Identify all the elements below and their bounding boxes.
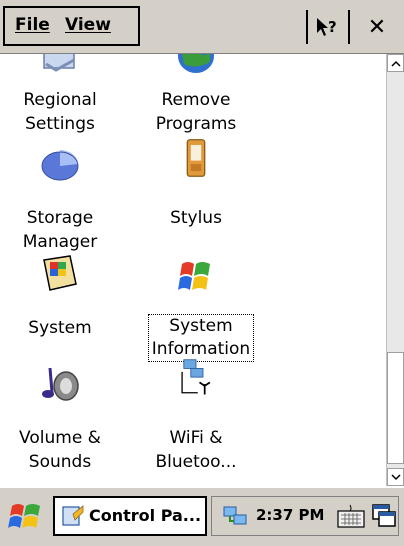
item-label: System bbox=[28, 318, 92, 338]
item-label: Regional Settings bbox=[23, 90, 97, 134]
item-system[interactable]: System bbox=[0, 254, 120, 374]
item-stylus[interactable]: Stylus bbox=[136, 139, 256, 264]
start-button[interactable] bbox=[8, 500, 44, 534]
remove-programs-icon bbox=[178, 54, 214, 73]
item-label: Stylus bbox=[170, 208, 222, 228]
scroll-down-button[interactable] bbox=[387, 468, 404, 486]
item-label: System Information bbox=[148, 314, 254, 362]
scroll-thumb[interactable] bbox=[387, 352, 404, 464]
regional-settings-icon bbox=[43, 54, 75, 72]
network-connection-icon[interactable] bbox=[222, 505, 250, 527]
chevron-up-icon bbox=[390, 60, 401, 67]
switch-windows-icon[interactable] bbox=[372, 503, 396, 529]
clock[interactable]: 2:37 PM bbox=[256, 506, 324, 524]
close-button[interactable]: ✕ bbox=[352, 10, 402, 44]
vertical-scrollbar[interactable] bbox=[386, 54, 404, 486]
menu-group: File View bbox=[3, 6, 140, 46]
item-wifi-bluetooth[interactable]: WiFi & Bluetoo... bbox=[136, 359, 256, 484]
help-icon: ? bbox=[317, 18, 337, 36]
menu-bar: File View ? ✕ bbox=[0, 0, 404, 54]
help-button[interactable]: ? bbox=[306, 10, 350, 44]
task-label: Control Pa... bbox=[89, 506, 202, 525]
volume-sounds-icon bbox=[42, 367, 79, 401]
item-label: Remove Programs bbox=[155, 90, 237, 134]
item-volume-sounds[interactable]: Volume & Sounds bbox=[0, 364, 120, 484]
storage-manager-icon bbox=[41, 150, 79, 181]
control-panel-icon bbox=[62, 505, 84, 526]
item-system-information[interactable]: System Information bbox=[136, 254, 256, 374]
view-menu[interactable]: View bbox=[65, 15, 111, 35]
svg-text:?: ? bbox=[328, 18, 337, 36]
item-storage-manager[interactable]: Storage Manager bbox=[0, 144, 120, 264]
system-information-icon bbox=[178, 262, 210, 290]
control-panel-content: Regional Settings Remove Programs Storag… bbox=[0, 54, 386, 486]
file-menu[interactable]: File bbox=[15, 15, 50, 35]
windows-logo-icon bbox=[8, 504, 40, 528]
taskbar: Control Pa... 2:37 PM bbox=[0, 486, 404, 546]
item-label: WiFi & Bluetoo... bbox=[155, 428, 237, 472]
close-icon: ✕ bbox=[367, 14, 387, 40]
chevron-down-icon bbox=[390, 473, 401, 480]
stylus-icon bbox=[186, 139, 206, 177]
system-icon bbox=[43, 255, 77, 291]
control-panel-task-button[interactable]: Control Pa... bbox=[53, 496, 207, 536]
item-label: Volume & Sounds bbox=[19, 428, 101, 472]
keyboard-icon[interactable] bbox=[336, 503, 366, 529]
system-tray: 2:37 PM bbox=[211, 496, 399, 536]
wifi-bluetooth-icon bbox=[181, 359, 211, 395]
scroll-up-button[interactable] bbox=[387, 54, 404, 72]
item-label: Storage Manager bbox=[22, 208, 98, 252]
